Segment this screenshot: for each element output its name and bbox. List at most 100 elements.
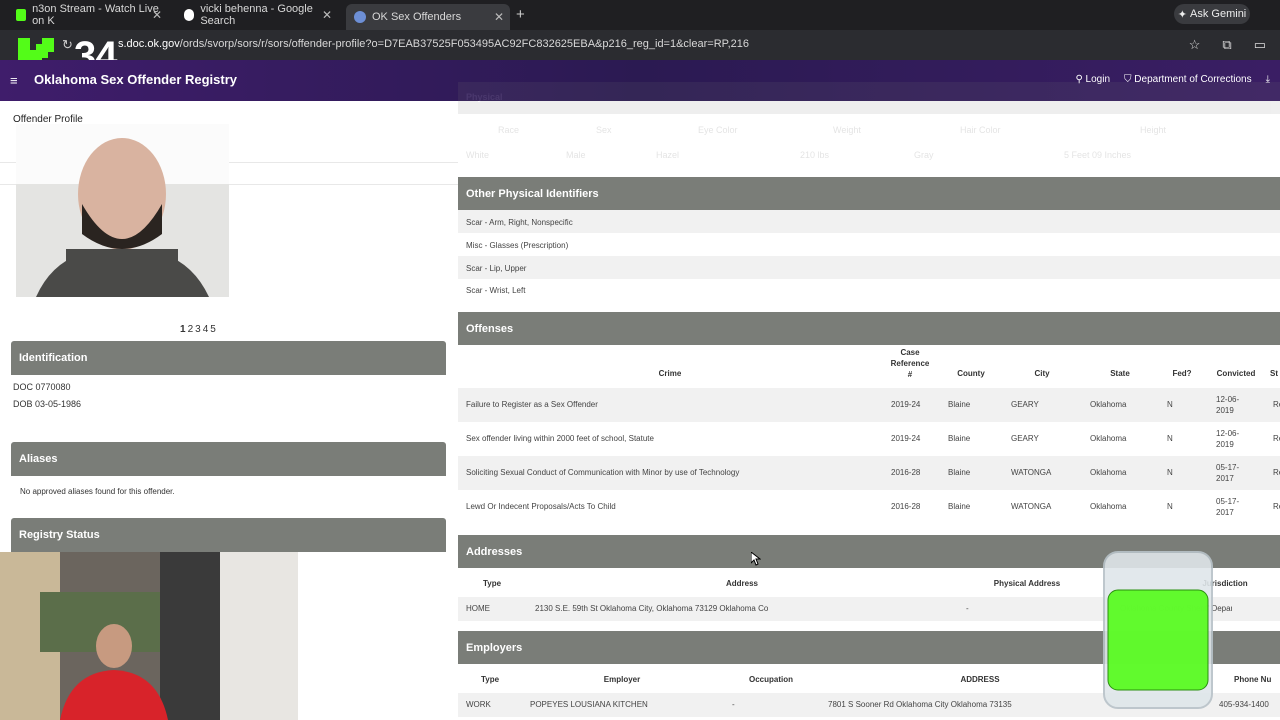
pager-page-3[interactable]: 3 [195,324,201,335]
offense-state: Oklahoma [1090,468,1127,477]
kick-favicon-icon [16,9,27,21]
offense-fed: N [1167,468,1173,477]
col-convicted: Convicted [1216,369,1256,378]
offenses-heading: Offenses [458,312,1280,345]
site-title[interactable]: Oklahoma Sex Offender Registry [34,72,237,87]
offense-status: Re [1273,434,1280,443]
offense-crime: Soliciting Sexual Conduct of Communicati… [466,468,740,477]
identification-heading: Identification [11,341,446,375]
identifier-item: Scar - Arm, Right, Nonspecific [466,218,573,227]
offense-case: 2019-24 [891,434,921,443]
faded-col: Sex [596,125,612,135]
aliases-note: No approved aliases found for this offen… [20,487,175,496]
url-field[interactable]: s.doc.ok.gov/ords/svorp/sors/r/sors/offe… [118,38,749,50]
offense-city: GEARY [1011,434,1039,443]
convicted-line: 12-06- [1216,429,1240,438]
col-status: St [1270,369,1278,378]
col-case-ref-line: # [907,370,913,379]
offense-crime: Sex offender living within 2000 feet of … [466,434,654,443]
employer-address: 7801 S Sooner Rd Oklahoma City Oklahoma … [828,700,1012,709]
col-addr-address: Address [725,579,758,588]
aliases-heading: Aliases [11,442,446,476]
offense-state: Oklahoma [1090,434,1127,443]
identifier-item: Scar - Wrist, Left [466,286,526,295]
col-emp-type: Type [480,675,500,684]
identifier-item: Misc - Glasses (Prescription) [466,241,569,250]
col-emp-phone: Phone Nu [1234,675,1272,684]
close-tab-icon[interactable]: ✕ [152,8,162,22]
bookmark-star-icon[interactable]: ☆ [1189,37,1201,53]
faded-col: Race [498,125,520,135]
pager-page-5[interactable]: 5 [210,324,216,335]
convicted-line: 2019 [1216,440,1234,449]
tab-kick-stream[interactable]: n3on Stream - Watch Live on K ✕ [8,3,168,27]
identifier-item: Scar - Lip, Upper [466,264,527,273]
offense-crime: Failure to Register as a Sex Offender [466,400,598,409]
offense-state: Oklahoma [1090,502,1127,511]
registry-status-heading: Registry Status [11,518,446,552]
employer-name: POPEYES LOUSIANA KITCHEN [530,700,648,709]
site-favicon-icon [354,11,366,23]
offense-county: Blaine [948,434,971,443]
offense-state: Oklahoma [1090,400,1127,409]
offense-crime: Lewd Or Indecent Proposals/Acts To Child [466,502,616,511]
convicted-line: 2019 [1216,406,1234,415]
extensions-icon[interactable]: ⧉ [1222,37,1231,53]
offense-county: Blaine [948,468,971,477]
offense-county: Blaine [948,400,971,409]
offense-convicted: 12-06- 2019 [1216,428,1239,450]
offense-city: WATONGA [1011,468,1052,477]
sidepanel-icon[interactable]: ▭ [1254,37,1266,53]
close-tab-icon[interactable]: ✕ [322,8,332,22]
convicted-line: 2017 [1216,474,1234,483]
browser-tab-bar: n3on Stream - Watch Live on K ✕ vicki be… [0,0,1280,30]
kick-jar-overlay [1102,550,1214,710]
col-emp-occupation: Occupation [748,675,793,684]
new-tab-plus-icon[interactable]: + [516,6,525,23]
offense-case: 2019-24 [891,400,921,409]
dob-value: DOB 03-05-1986 [13,399,82,409]
employer-occupation: - [732,700,735,709]
col-emp-employer: Employer [603,675,641,684]
convicted-line: 05-17- [1216,497,1240,506]
physical-identifiers-heading: Other Physical Identifiers [458,177,1280,210]
col-fed: Fed? [1172,369,1192,378]
faded-col: Weight [833,125,861,135]
offense-case: 2016-28 [891,468,921,477]
offense-fed: N [1167,502,1173,511]
offense-convicted: 05-17- 2017 [1216,496,1239,518]
offense-convicted: 12-06- 2019 [1216,394,1239,416]
tab-ok-sex-offenders[interactable]: OK Sex Offenders ✕ [346,4,510,30]
close-tab-icon[interactable]: ✕ [494,10,504,24]
photo-pager: 12345 [180,324,218,335]
address-type: HOME [466,604,490,613]
browser-address-bar: ↻ s.doc.ok.gov/ords/svorp/sors/r/sors/of… [0,30,1280,60]
col-emp-address: ADDRESS [960,675,1000,684]
faded-col: Hair Color [960,125,1001,135]
google-favicon-icon [184,9,195,21]
convicted-line: 05-17- [1216,463,1240,472]
faded-val: 5 Feet 09 Inches [1064,150,1132,160]
faded-val: 210 lbs [800,150,830,160]
physical-description-faded: Physical Race Sex Eye Color Weight Hair … [458,82,1280,178]
pager-page-2[interactable]: 2 [188,324,194,335]
offense-status: Re [1273,400,1280,409]
col-city: City [1034,369,1050,378]
pager-page-1[interactable]: 1 [180,324,186,335]
faded-val: White [466,150,490,160]
convicted-line: 12-06- [1216,395,1240,404]
col-state: State [1110,369,1130,378]
mouse-cursor-icon [750,550,762,571]
menu-hamburger-icon[interactable]: ≡ [10,73,18,88]
address-value: 2130 S.E. 59th St Oklahoma City, Oklahom… [535,604,769,613]
faded-val: Gray [914,150,934,160]
offense-city: GEARY [1011,400,1039,409]
row-stripe [458,210,1280,233]
offense-case: 2016-28 [891,502,921,511]
tab-google-search[interactable]: vicki behenna - Google Search ✕ [176,3,338,27]
faded-val: Hazel [656,150,680,160]
address-physical: - [966,604,969,613]
pager-page-4[interactable]: 4 [203,324,209,335]
ask-gemini-button[interactable]: ✦ Ask Gemini [1174,4,1250,24]
faded-val: Male [566,150,586,160]
